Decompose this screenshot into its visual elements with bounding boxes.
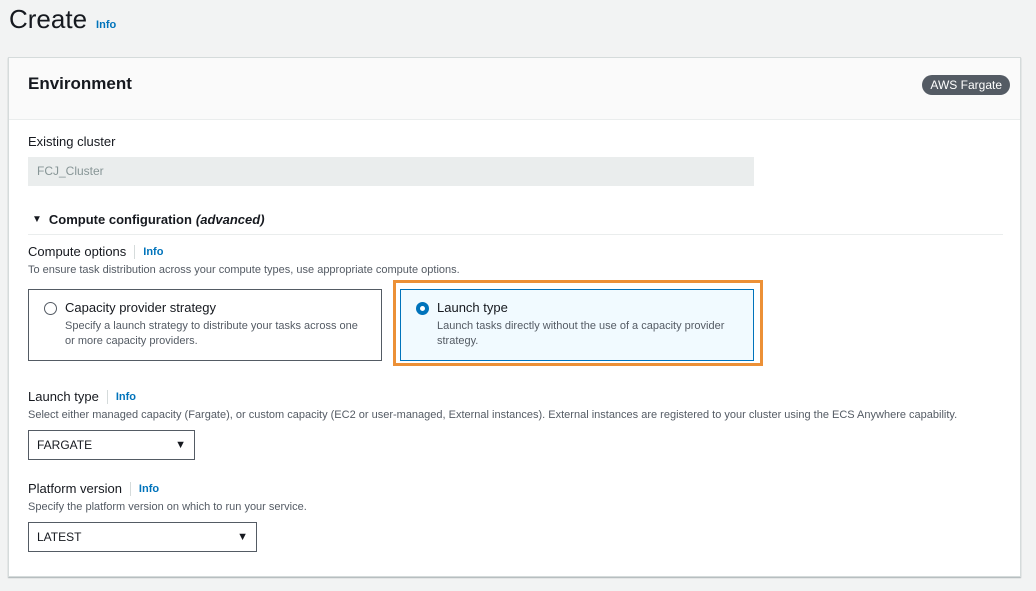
page-header: Create Info: [9, 4, 116, 35]
existing-cluster-label: Existing cluster: [28, 134, 116, 149]
launch-type-info-link[interactable]: Info: [116, 391, 136, 403]
page-info-link[interactable]: Info: [96, 19, 116, 31]
platform-version-select[interactable]: LATEST ▼: [28, 522, 257, 552]
launch-type-description-text: Select either managed capacity (Fargate)…: [28, 409, 958, 421]
launch-type-label-row: Launch type Info: [28, 389, 136, 404]
compute-options-info-link[interactable]: Info: [143, 246, 163, 258]
page-title: Create: [9, 4, 88, 34]
capacity-provider-description: Specify a launch strategy to distribute …: [65, 320, 358, 347]
platform-version-info-link[interactable]: Info: [139, 483, 159, 495]
environment-header: Environment AWS Fargate: [9, 58, 1020, 120]
launch-type-select[interactable]: FARGATE ▼: [28, 430, 195, 460]
platform-version-label-row: Platform version Info: [28, 481, 159, 496]
caret-down-icon: ▼: [237, 531, 248, 543]
selection-highlight: [393, 280, 763, 366]
label-separator: [129, 481, 131, 496]
launch-type-label: Launch type: [28, 389, 99, 404]
section-divider: [28, 234, 1003, 235]
compute-configuration-label: Compute configuration: [48, 212, 192, 227]
launch-type-value: FARGATE: [37, 438, 93, 452]
compute-options-label-row: Compute options Info: [28, 244, 163, 259]
capacity-provider-title: Capacity provider strategy: [65, 300, 217, 315]
label-separator: [134, 244, 136, 259]
compute-options-description: To ensure task distribution across your …: [28, 264, 460, 276]
environment-panel: Environment AWS Fargate Existing cluster…: [8, 57, 1021, 577]
compute-options-label: Compute options: [28, 244, 127, 259]
caret-down-icon: ▼: [32, 214, 42, 225]
platform-version-description: Specify the platform version on which to…: [28, 501, 307, 513]
capacity-provider-radio[interactable]: [44, 302, 57, 315]
label-separator: [106, 389, 108, 404]
compute-configuration-toggle[interactable]: ▼ Compute configuration (advanced): [32, 212, 265, 227]
capacity-provider-strategy-tile[interactable]: Capacity provider strategy Specify a lau…: [28, 289, 382, 361]
caret-down-icon: ▼: [175, 439, 186, 451]
compute-configuration-suffix: (advanced): [195, 212, 265, 227]
platform-version-value: LATEST: [37, 530, 82, 544]
environment-title: Environment: [28, 74, 132, 93]
aws-fargate-badge: AWS Fargate: [922, 75, 1010, 95]
existing-cluster-input: FCJ_Cluster: [28, 157, 754, 186]
platform-version-label: Platform version: [28, 481, 122, 496]
